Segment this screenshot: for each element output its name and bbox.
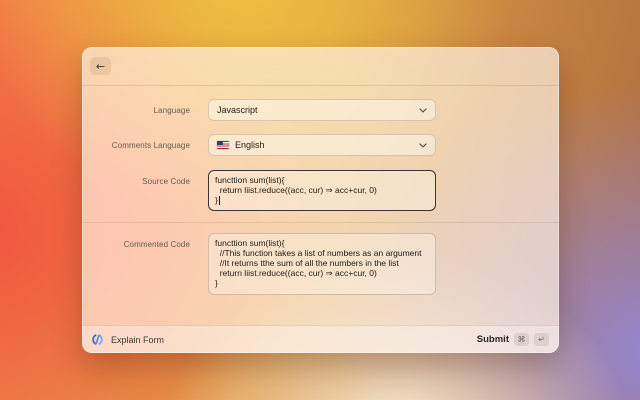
chevron-down-icon <box>419 108 427 113</box>
window-header: ← <box>82 47 559 86</box>
command-key-icon: ⌘ <box>514 333 529 346</box>
us-flag-icon <box>217 141 229 149</box>
source-code-row: Source Code functtion sum(list){ return … <box>82 170 559 211</box>
commented-code-textarea[interactable]: functtion sum(list){ //This function tak… <box>208 233 436 295</box>
source-code-label: Source Code <box>82 170 208 186</box>
language-label: Language <box>82 106 208 115</box>
source-code-textarea[interactable]: functtion sum(list){ return liist.reduce… <box>208 170 436 211</box>
commented-code-row: Commented Code functtion sum(list){ //Th… <box>82 233 559 295</box>
app-name: Explain Form <box>111 335 164 345</box>
language-selected-value: Javascript <box>217 105 258 115</box>
divider <box>82 222 559 223</box>
submit-button[interactable]: Submit <box>477 334 509 345</box>
comments-language-row: Comments Language English <box>82 134 559 156</box>
comments-language-select[interactable]: English <box>208 134 436 156</box>
commented-code-label: Commented Code <box>82 233 208 249</box>
return-key-icon: ↵ <box>534 333 549 346</box>
language-select[interactable]: Javascript <box>208 99 436 121</box>
language-row: Language Javascript <box>82 99 559 121</box>
comments-language-selected-value: English <box>235 140 265 150</box>
form-body: Language Javascript Comments Language E <box>82 86 559 325</box>
form-window: ← Language Javascript Comments Language <box>82 47 559 353</box>
back-arrow-icon: ← <box>96 61 105 72</box>
window-footer: Explain Form Submit ⌘ ↵ <box>82 325 559 353</box>
chevron-down-icon <box>419 143 427 148</box>
desktop-background: ← Language Javascript Comments Language <box>0 0 640 400</box>
back-button[interactable]: ← <box>90 57 111 75</box>
app-logo-icon <box>91 333 104 346</box>
comments-language-label: Comments Language <box>82 141 208 150</box>
